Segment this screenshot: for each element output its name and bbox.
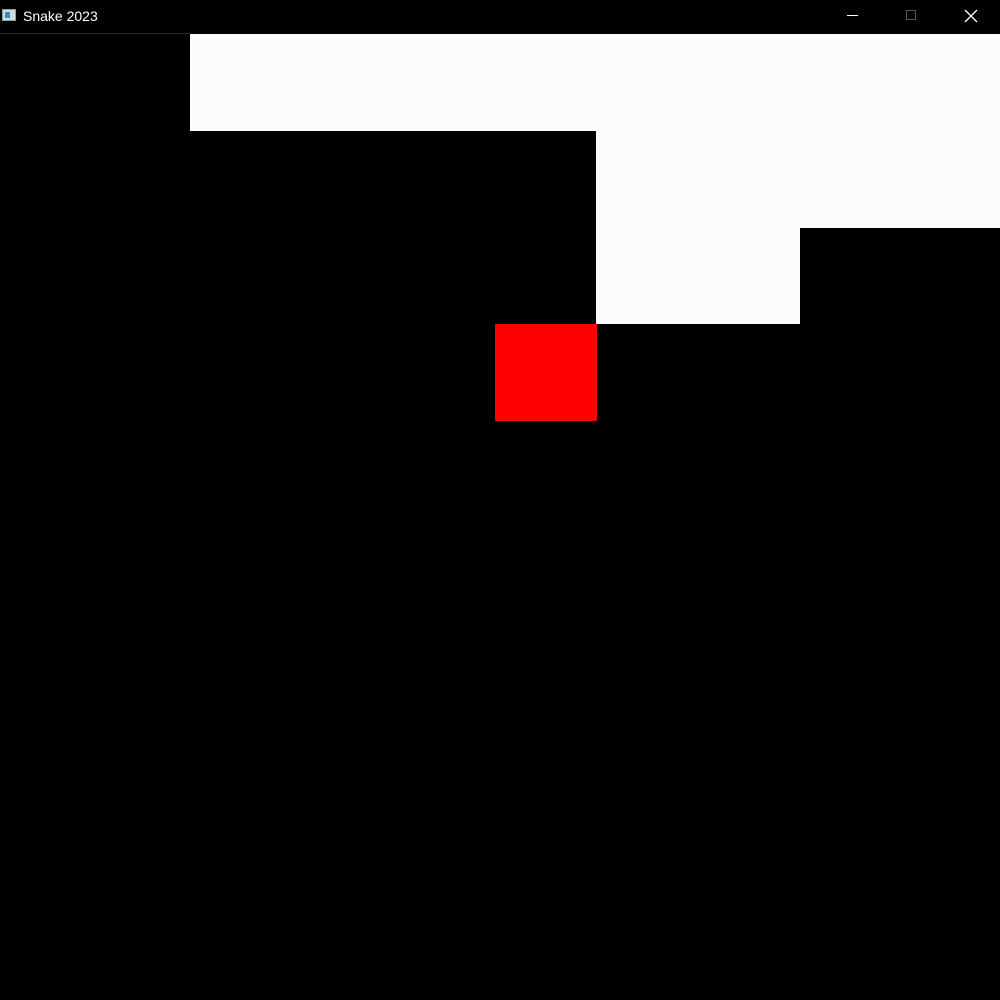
snake-segment <box>799 131 901 228</box>
minimize-icon[interactable] <box>824 0 882 32</box>
snake-segment <box>799 34 901 131</box>
snake-segment <box>596 131 698 228</box>
window-title: Snake 2023 <box>23 8 98 24</box>
snake-segment <box>698 227 800 324</box>
food-pellet <box>495 324 597 421</box>
snake-segment <box>901 34 1000 131</box>
snake-segment <box>596 34 698 131</box>
maximize-icon[interactable] <box>882 0 940 32</box>
snake-segment <box>596 227 698 324</box>
snake-segment <box>292 34 394 131</box>
snake-segment <box>698 34 800 131</box>
title-bar[interactable]: Snake 2023 <box>0 0 1000 34</box>
game-board[interactable] <box>0 34 1000 1000</box>
snake-segment <box>698 131 800 228</box>
close-icon[interactable] <box>941 0 999 32</box>
app-window-icon <box>2 9 16 21</box>
game-window: Snake 2023 <box>0 0 1000 1000</box>
snake-segment <box>495 34 597 131</box>
snake-segment <box>190 34 292 131</box>
snake-segment <box>901 131 1000 228</box>
close-glyph-icon <box>964 9 978 23</box>
snake-segment <box>393 34 495 131</box>
